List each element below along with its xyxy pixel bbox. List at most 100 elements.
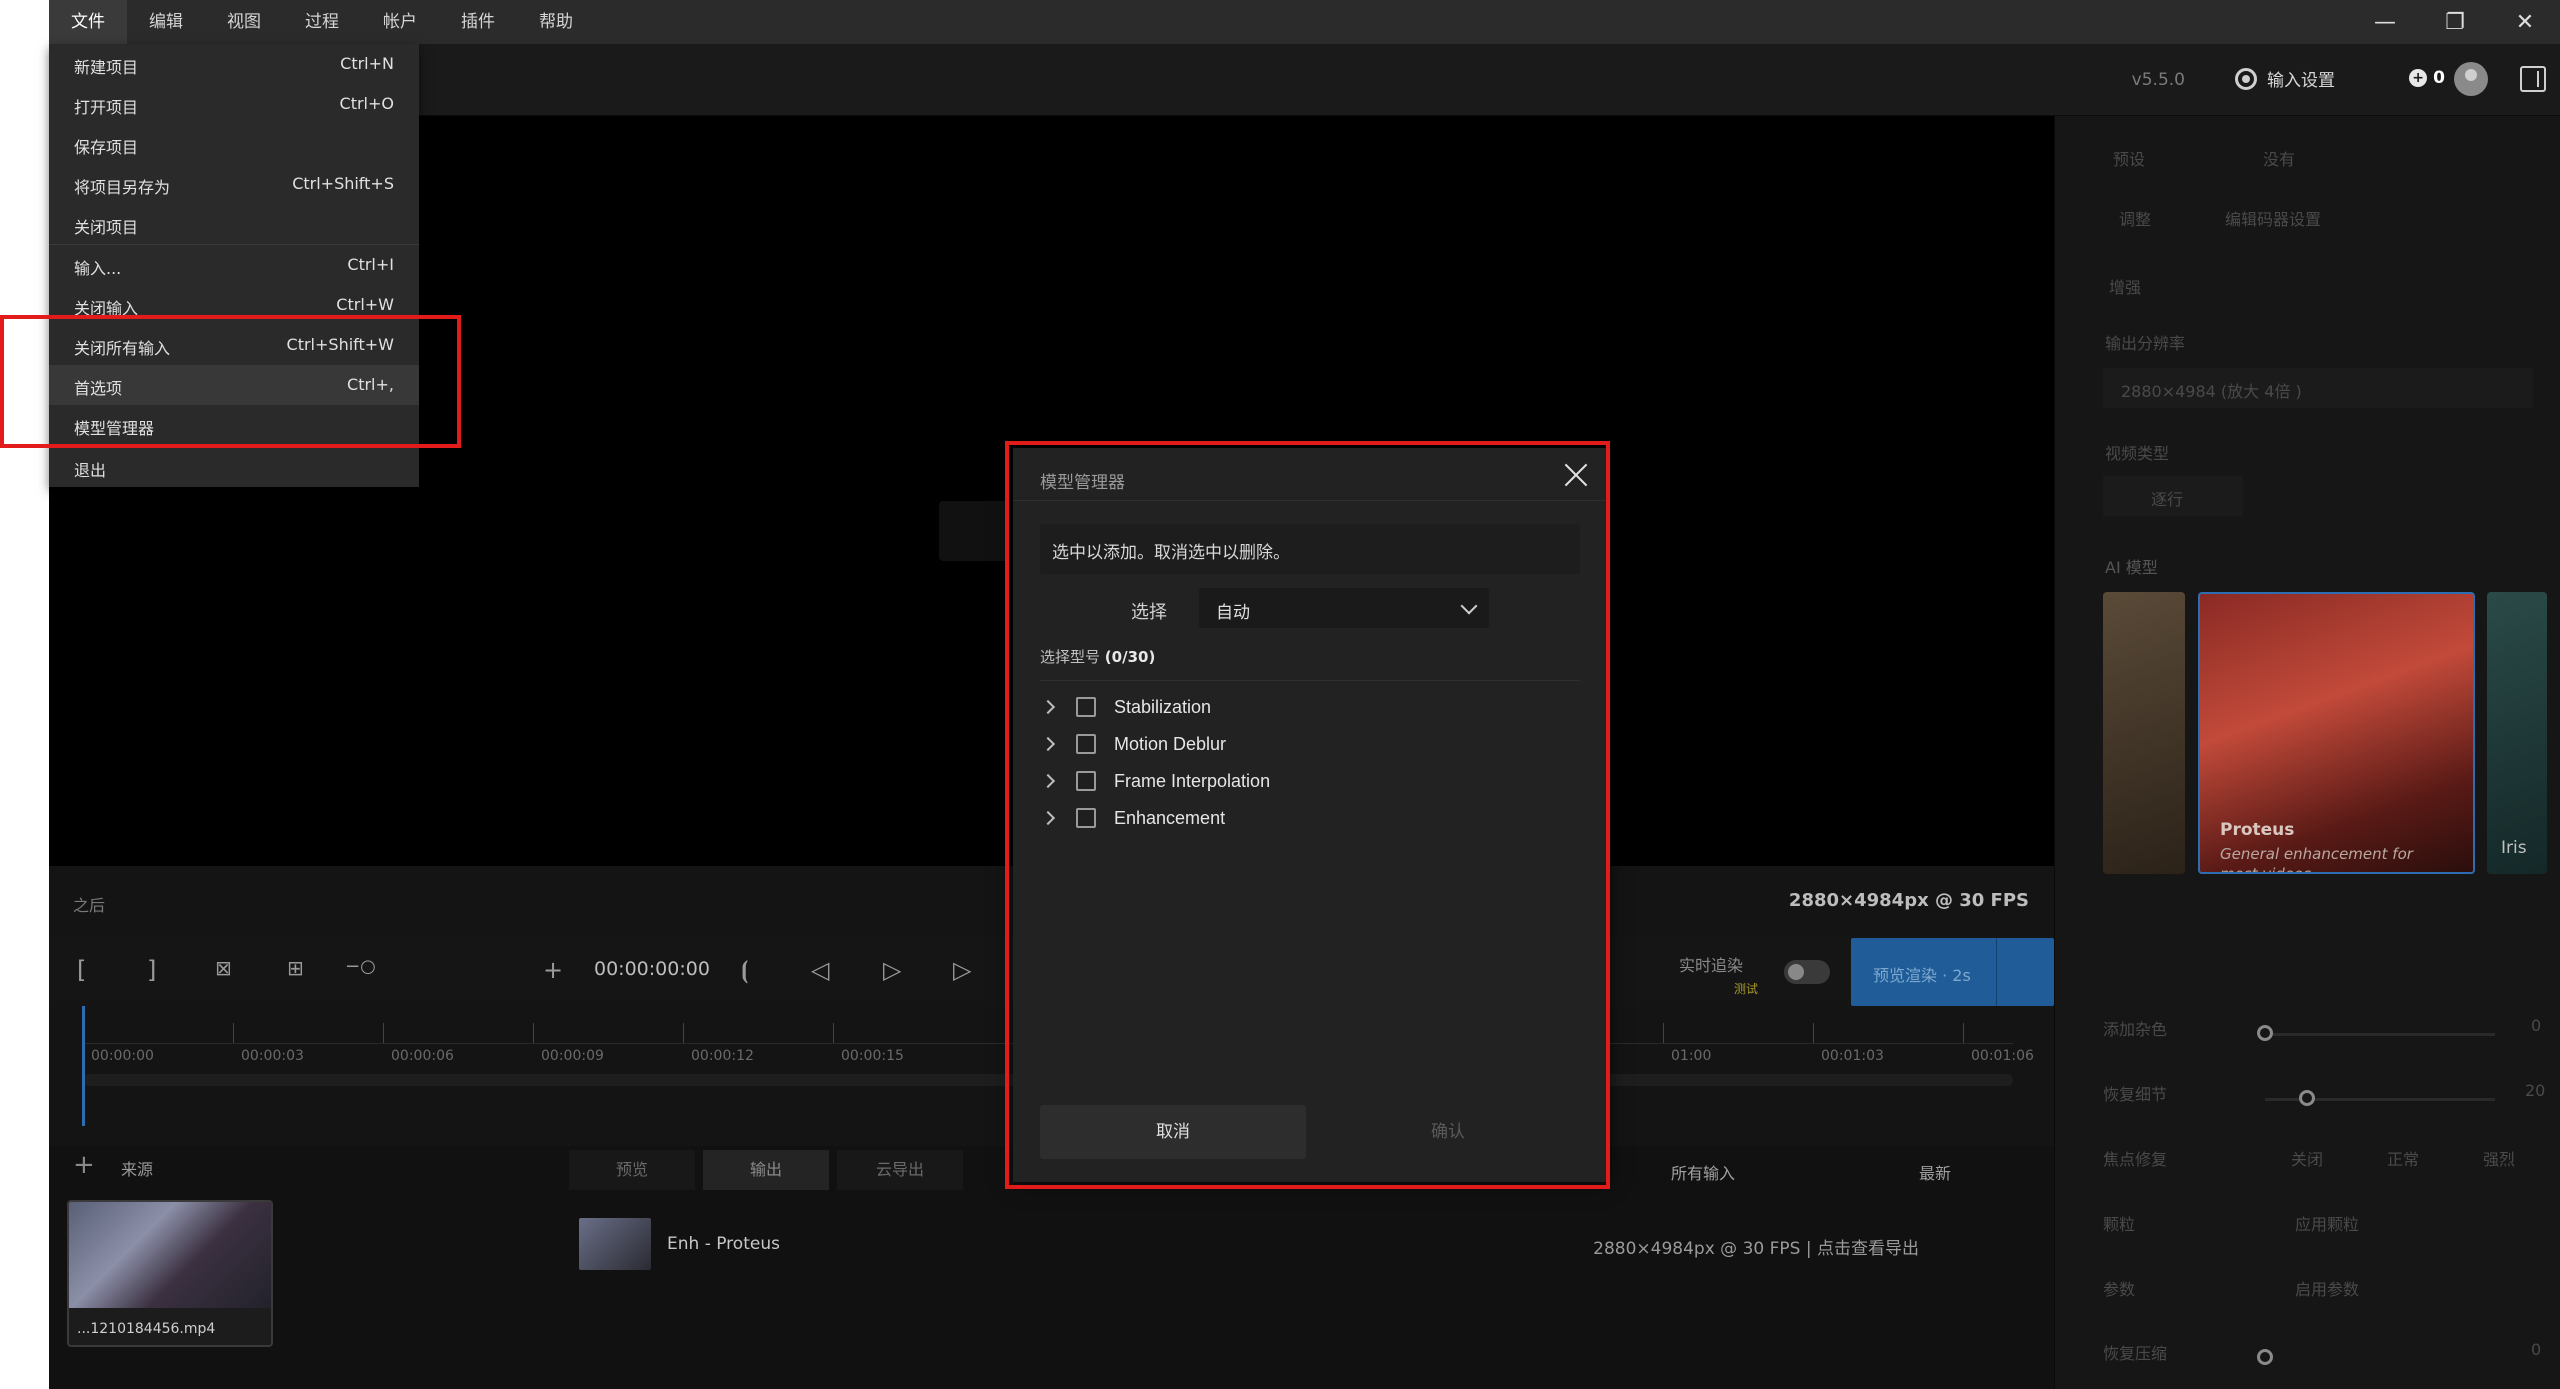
timeline-tick [1813,1023,1814,1043]
slider-label-detail: 恢复细节 [2103,1085,2168,1104]
detail-slider-knob[interactable] [2299,1090,2315,1106]
step-forward-icon[interactable]: ▷ [953,956,971,984]
menu-item-exit[interactable]: 退出 [49,447,419,487]
play-icon[interactable]: ▷ [883,956,901,984]
focus-normal[interactable]: 正常 [2387,1146,2419,1170]
menu-plugins[interactable]: 插件 [439,0,517,44]
menu-file[interactable]: 文件 [49,0,127,44]
slider-label-noise: 添加杂色 [2103,1020,2168,1039]
highlight-box-menu [0,315,461,448]
minimize-icon[interactable]: — [2350,0,2420,44]
output-res-label: 输出分辨率 [2105,334,2186,353]
menu-item-save-project-as[interactable]: 将项目另存为 Ctrl+Shift+S [49,164,419,204]
enhance-section[interactable]: 增强 [2109,274,2141,298]
video-type-label: 视频类型 [2105,444,2170,463]
mark-out-icon[interactable]: ] [147,956,156,984]
menu-view[interactable]: 视图 [205,0,283,44]
timeline-tick-label: 01:00 [1671,1048,1712,1064]
export-resolution: 2880×4984px @ 30 FPS | 点击查看导出 [1593,1239,1919,1259]
params-label: 参数 [2103,1280,2136,1299]
zoom-in-icon[interactable]: + [543,956,563,984]
clear-marks-icon[interactable]: ⊠ [215,956,232,980]
credits-indicator[interactable]: + 0 [2409,68,2445,88]
output-tabs: 预览 输出 云导出 [569,1150,963,1190]
timeline-tick [1663,1023,1664,1043]
source-thumbnail[interactable]: ...1210184456.mp4 [67,1200,273,1347]
noise-slider-knob[interactable] [2257,1025,2273,1041]
model-card-iris[interactable]: Iris [2487,592,2547,874]
timeline-tick-label: 00:00:09 [541,1048,604,1064]
credits-count: 0 [2433,68,2445,88]
timeline-tick [233,1023,234,1043]
preview-render-label: 预览渲染 · 2s [1873,966,1971,985]
focus-off[interactable]: 关闭 [2291,1146,2323,1170]
export-thumbnail [579,1218,651,1270]
timeline-tick [383,1023,384,1043]
focus-label: 焦点修复 [2103,1150,2168,1169]
timeline-tick-label: 00:00:00 [91,1048,154,1064]
grain-option[interactable]: 应用颗粒 [2295,1211,2359,1235]
export-name: Enh - Proteus [667,1234,780,1254]
zoom-fit-icon[interactable]: ⊞ [287,956,304,980]
menu-item-new-project[interactable]: 新建项目 Ctrl+N [49,44,419,84]
preset-value[interactable]: 没有 [2263,146,2295,170]
timeline-tick [833,1023,834,1043]
grain-label: 颗粒 [2103,1215,2136,1234]
close-window-icon[interactable]: ✕ [2490,0,2560,44]
step-back-icon[interactable]: ◁ [811,956,829,984]
realtime-label: 实时追染 [1679,956,1744,975]
menu-account[interactable]: 帐户 [361,0,439,44]
video-type-progressive[interactable]: 逐行 [2103,476,2243,516]
realtime-sub-label: 测试 [1734,982,1759,996]
add-source-icon[interactable]: + [73,1150,95,1180]
params-option[interactable]: 启用参数 [2295,1276,2359,1300]
menu-item-open-project[interactable]: 打开项目 Ctrl+O [49,84,419,124]
focus-strong[interactable]: 强烈 [2483,1146,2515,1170]
noise-slider[interactable] [2265,1033,2495,1036]
menu-process[interactable]: 过程 [283,0,361,44]
tab-editing[interactable]: 编辑码器设置 [2225,206,2321,230]
panel-toggle-icon[interactable] [2520,66,2546,92]
menu-item-save-project[interactable]: 保存项目 [49,124,419,164]
sort-latest[interactable]: 最新 [1919,1160,1951,1184]
realtime-toggle[interactable] [1784,960,1830,984]
menu-item-input[interactable]: 输入... Ctrl+I [49,245,419,285]
source-label: 来源 [121,1160,154,1179]
timeline-tick [533,1023,534,1043]
restore-icon[interactable]: ❐ [2420,0,2490,44]
avatar[interactable] [2454,62,2488,96]
skip-start-icon[interactable]: ⦗ [741,956,749,984]
compress-slider-knob[interactable] [2257,1349,2273,1365]
timeline-tick [683,1023,684,1043]
tab-cloud-export[interactable]: 云导出 [837,1150,963,1190]
playhead[interactable] [82,1006,85,1126]
noise-value: 0 [2531,1016,2542,1035]
preview-render-dropdown[interactable] [1996,938,2054,1006]
mark-in-icon[interactable]: [ [77,956,86,984]
preview-placeholder [939,501,1009,561]
model-card-prev[interactable] [2103,592,2185,874]
zoom-out-icon[interactable]: −○ [345,956,376,977]
filter-all-inputs[interactable]: 所有输入 [1671,1160,1735,1184]
source-filename: ...1210184456.mp4 [77,1321,216,1337]
export-item[interactable]: Enh - Proteus 2880×4984px @ 30 FPS | 点击查… [579,1218,2039,1274]
menu-help[interactable]: 帮助 [517,0,595,44]
input-settings-label: 输入设置 [2267,71,2335,91]
model-card-proteus[interactable]: Proteus General enhancement for most vid… [2198,592,2475,874]
card-title: Proteus [2220,820,2295,840]
menubar: 文件 编辑 视图 过程 帐户 插件 帮助 — ❐ ✕ [49,0,2560,44]
output-res-select[interactable]: 2880×4984 (放大 4倍 ) [2103,368,2533,408]
tab-adjust[interactable]: 调整 [2119,206,2151,230]
timeline-tick-label: 00:00:03 [241,1048,304,1064]
input-settings-button[interactable]: 输入设置 [2235,66,2335,91]
detail-value: 20 [2525,1081,2546,1100]
compress-label: 恢复压缩 [2103,1344,2168,1363]
preview-render-button[interactable]: 预览渲染 · 2s [1851,938,2054,1006]
tab-preview[interactable]: 预览 [569,1150,695,1190]
video-type-value: 逐行 [2151,490,2184,509]
timeline-tick-label: 00:00:15 [841,1048,904,1064]
ai-model-label: AI 模型 [2105,558,2158,577]
menu-edit[interactable]: 编辑 [127,0,205,44]
menu-item-close-project[interactable]: 关闭项目 [49,204,419,244]
tab-output[interactable]: 输出 [703,1150,829,1190]
